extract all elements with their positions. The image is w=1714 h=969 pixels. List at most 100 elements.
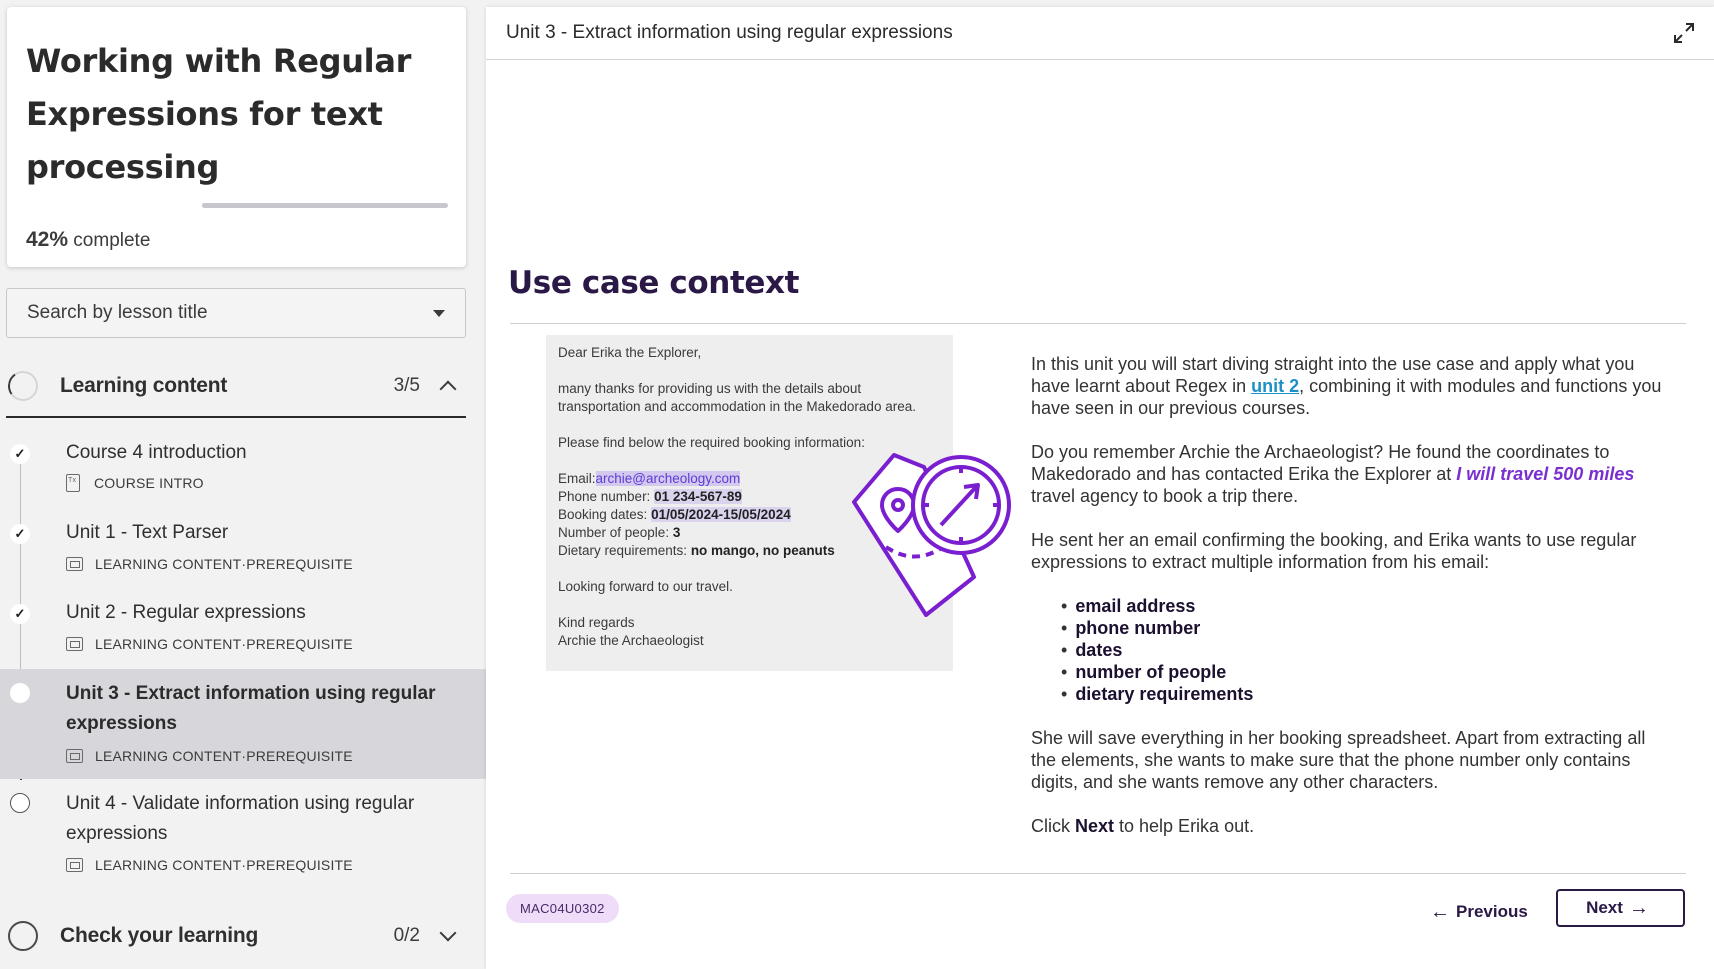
page-heading: Use case context [508,265,800,301]
check-icon: ✓ [10,444,30,464]
divider [510,873,1686,874]
lesson-title: Unit 2 - Regular expressions [66,602,306,623]
chevron-down-icon [433,309,445,317]
list-item: number of people [1061,661,1671,683]
current-lesson-dot-icon [10,683,30,703]
screen-icon [66,749,83,763]
diet-value: no mango, no peanuts [690,543,835,558]
progress-fill [202,203,306,208]
unit-2-link[interactable]: unit 2 [1251,376,1299,396]
paragraph-1: In this unit you will start diving strai… [1031,353,1671,419]
dates-value: 01/05/2024-15/05/2024 [651,507,791,522]
lesson-meta: LEARNING CONTENT · PREREQUISITE [66,857,353,873]
lesson-title: Unit 1 - Text Parser [66,522,229,543]
next-button[interactable]: Next → [1556,889,1685,927]
people-label: Number of people: [558,525,673,540]
progress-value: 42% [26,228,69,251]
lesson-type: LEARNING CONTENT [95,857,242,873]
progress-text: 42% complete [26,228,150,252]
check-icon: ✓ [10,604,30,624]
email-signature: Archie the Archaeologist [558,633,704,648]
lesson-tag: PREREQUISITE [246,748,353,764]
chevron-down-icon [439,924,457,942]
bullet-list: email address phone number dates number … [1061,595,1671,705]
lesson-item-unit-1[interactable]: ✓ Unit 1 - Text Parser LEARNING CONTENT … [0,512,486,584]
list-item: phone number [1061,617,1671,639]
email-paragraph: many thanks for providing us with the de… [558,381,916,414]
people-value: 3 [672,525,681,540]
lesson-meta: LEARNING CONTENT · PREREQUISITE [66,636,353,652]
next-label: Next [1586,898,1623,917]
map-compass-icon [852,453,1011,617]
section-check-your-learning[interactable]: Check your learning 0/2 [6,908,466,964]
section-title: Check your learning [60,924,259,947]
section-learning-content[interactable]: Learning content 3/5 [5,356,466,418]
lesson-item-unit-2[interactable]: ✓ Unit 2 - Regular expressions LEARNING … [0,592,486,664]
progress-bar [202,203,448,208]
lesson-title: Unit 3 - Extract information using regul… [66,679,466,739]
lesson-title-line2: expressions [66,823,168,844]
lesson-item-unit-4[interactable]: Unit 4 - Validate information using regu… [0,785,486,895]
text-segment: travel agency to book a trip there. [1031,486,1299,506]
phone-label: Phone number: [558,489,655,504]
incomplete-lesson-dot-icon [10,793,30,813]
lesson-tag: PREREQUISITE [246,857,353,873]
chevron-up-icon [439,380,457,398]
paragraph-2: Do you remember Archie the Archaeologist… [1031,441,1671,507]
progress-ring-icon [5,368,41,404]
lesson-title: Unit 4 - Validate information using regu… [66,789,466,849]
email-label: Email: [558,471,596,486]
agency-name: I will travel 500 miles [1456,464,1635,484]
lesson-meta: COURSE INTRO [66,474,204,492]
lesson-meta: LEARNING CONTENT · PREREQUISITE [66,748,353,764]
search-placeholder: Search by lesson title [27,302,208,323]
email-value: archie@archeology.com [595,471,741,486]
expand-icon[interactable] [1672,21,1696,45]
progress-suffix: complete [68,230,151,251]
lesson-tag: PREREQUISITE [246,556,353,572]
text-segment: to help Erika out. [1114,816,1255,836]
course-card: Working with Regular Expressions for tex… [7,7,466,267]
previous-button[interactable]: ← Previous [1424,894,1528,930]
paragraph-3: He sent her an email confirming the book… [1031,530,1637,572]
list-item: email address [1061,595,1671,617]
phone-value: 01 234-567-89 [654,489,742,504]
main-content: Unit 3 - Extract information using regul… [486,7,1714,969]
email-greeting: Dear Erika the Explorer, [558,345,702,360]
course-title: Working with Regular Expressions for tex… [26,42,412,186]
divider [510,323,1686,324]
lesson-title-line1: Unit 3 - Extract information using regul… [66,683,436,704]
paragraph-5: Click Next to help Erika out. [1031,815,1671,837]
list-item: dates [1061,639,1671,661]
section-title: Learning content [60,374,228,397]
unit-title: Unit 3 - Extract information using regul… [506,22,953,43]
lesson-type: LEARNING CONTENT [95,556,242,572]
lesson-title-line1: Unit 4 - Validate information using regu… [66,793,415,814]
main-header: Unit 3 - Extract information using regul… [486,7,1714,60]
list-item: dietary requirements [1061,683,1671,705]
lesson-item-unit-3[interactable]: Unit 3 - Extract information using regul… [0,669,486,779]
diet-label: Dietary requirements: [558,543,691,558]
lesson-type: COURSE INTRO [94,475,204,491]
lesson-title-line2: expressions [66,713,177,734]
screen-icon [66,637,83,651]
dates-label: Booking dates: [558,507,652,522]
progress-ring-icon [8,921,38,951]
sidebar: Working with Regular Expressions for tex… [0,0,486,969]
lesson-tag: PREREQUISITE [246,636,353,652]
lesson-search-select[interactable]: Search by lesson title [6,288,466,338]
lesson-code-badge: MAC04U0302 [506,894,619,923]
lesson-type: LEARNING CONTENT [95,636,242,652]
arrow-left-icon: ← [1430,900,1450,923]
previous-label: Previous [1456,902,1528,921]
lesson-meta: LEARNING CONTENT · PREREQUISITE [66,556,353,572]
lesson-title: Course 4 introduction [66,442,247,463]
text-segment: Next [1075,816,1115,836]
lesson-body-text: In this unit you will start diving strai… [1031,353,1671,859]
section-count: 0/2 [393,925,420,946]
text-segment: Click [1031,816,1075,836]
document-icon [66,474,80,492]
check-icon: ✓ [10,524,30,544]
arrow-right-icon: → [1628,896,1649,919]
lesson-item-course-intro[interactable]: ✓ Course 4 introduction COURSE INTRO [0,432,486,504]
